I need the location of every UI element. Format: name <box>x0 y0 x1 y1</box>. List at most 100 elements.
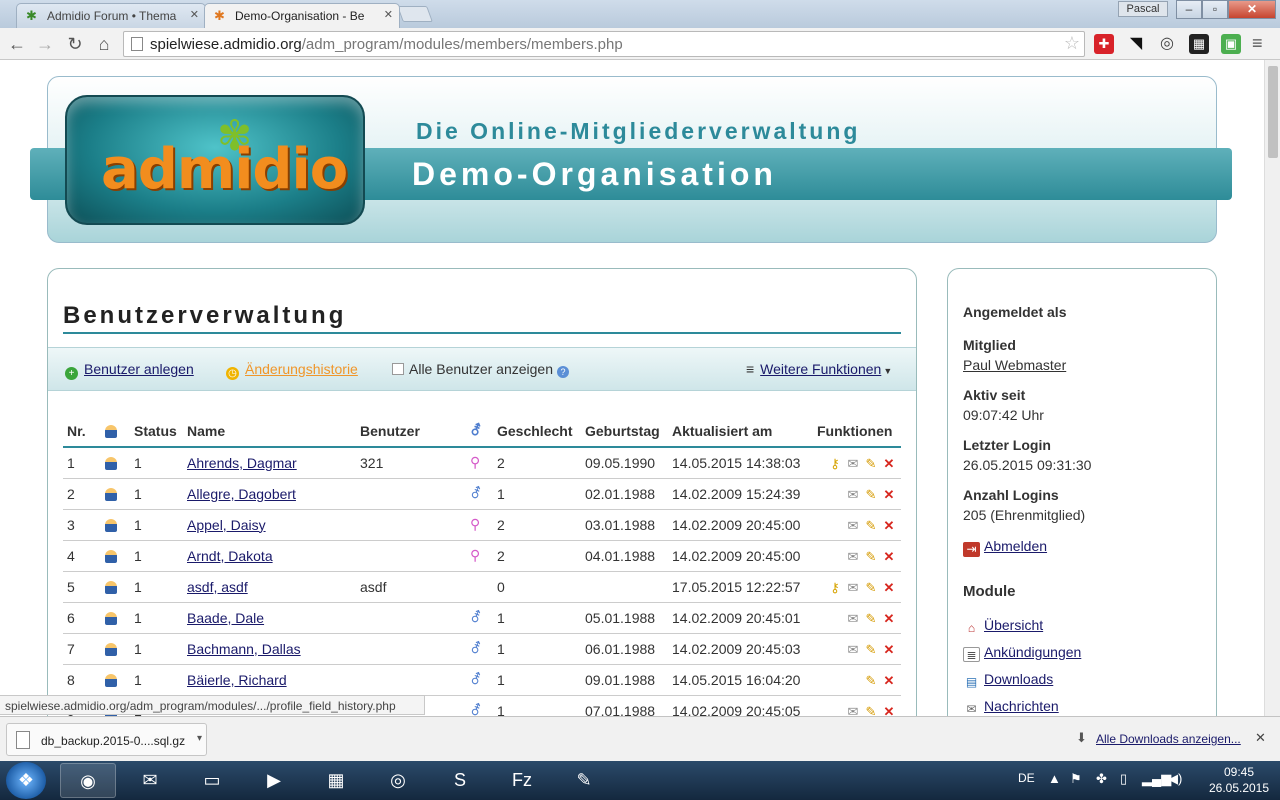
mail-icon[interactable]: ✉ <box>845 642 861 657</box>
filezilla-taskbar-icon[interactable]: Fz <box>494 763 550 798</box>
extension-wifi-icon[interactable]: ◥ <box>1126 34 1146 54</box>
extension-qr-icon[interactable]: ▦ <box>1189 34 1209 54</box>
extension-plus-icon[interactable]: ✚ <box>1094 34 1114 54</box>
edit-icon[interactable]: ✎ <box>863 456 879 471</box>
key-icon[interactable]: ⚷ <box>827 580 843 595</box>
logout-link[interactable]: Abmelden <box>984 538 1047 554</box>
skype-taskbar-icon[interactable]: S <box>432 763 488 798</box>
admidio-logo[interactable]: ✾ admidio <box>65 95 365 225</box>
tray-expand-icon[interactable]: ▲ <box>1048 771 1061 786</box>
col-name[interactable]: Name <box>183 416 356 448</box>
module-link[interactable]: Downloads <box>984 671 1053 687</box>
module-link[interactable]: Nachrichten <box>984 698 1059 714</box>
member-name-link[interactable]: Allegre, Dagobert <box>187 486 296 502</box>
outlook-taskbar-icon[interactable]: ✉ <box>122 763 178 798</box>
flag-icon[interactable]: ⚑ <box>1070 771 1082 787</box>
signal-icon[interactable]: ▂▄▆ <box>1142 771 1171 787</box>
col-gender[interactable]: Geschlecht <box>493 416 581 448</box>
volume-icon[interactable]: ◀) <box>1168 771 1182 787</box>
download-item[interactable]: db_backup.2015-0....sql.gz ▾ <box>6 723 207 756</box>
new-tab-button[interactable] <box>397 6 433 22</box>
home-icon[interactable]: ⌂ <box>92 32 116 56</box>
delete-icon[interactable]: ✕ <box>881 549 897 564</box>
close-window-button[interactable]: ✕ <box>1228 0 1276 19</box>
module-item-messages[interactable]: ✉ Nachrichten <box>963 698 1059 716</box>
col-updated[interactable]: Aktualisiert am <box>668 416 813 448</box>
close-shelf-icon[interactable]: ✕ <box>1255 730 1266 746</box>
delete-icon[interactable]: ✕ <box>881 673 897 688</box>
dropbox-icon[interactable]: ✤ <box>1096 771 1107 787</box>
chrome-taskbar-icon[interactable]: ◉ <box>60 763 116 798</box>
delete-icon[interactable]: ✕ <box>881 704 897 716</box>
member-name-link[interactable]: Paul Webmaster <box>963 357 1066 373</box>
clock-date[interactable]: 26.05.2015 <box>1204 781 1274 795</box>
history-link[interactable]: Änderungshistorie <box>245 361 358 377</box>
mail-icon[interactable]: ✉ <box>845 456 861 471</box>
close-tab-icon[interactable]: ✕ <box>384 8 393 21</box>
delete-icon[interactable]: ✕ <box>881 487 897 502</box>
col-member-icon[interactable] <box>101 416 130 448</box>
mail-icon[interactable]: ✉ <box>845 580 861 595</box>
edit-icon[interactable]: ✎ <box>863 518 879 533</box>
member-name-link[interactable]: Appel, Daisy <box>187 517 266 533</box>
mail-icon[interactable]: ✉ <box>845 704 861 716</box>
show-all-users-toggle[interactable]: Alle Benutzer anzeigen? <box>392 361 569 378</box>
delete-icon[interactable]: ✕ <box>881 456 897 471</box>
close-tab-icon[interactable]: ✕ <box>190 8 199 21</box>
col-nr[interactable]: Nr. <box>63 416 101 448</box>
edit-icon[interactable]: ✎ <box>863 704 879 716</box>
add-user-menu-item[interactable]: + Benutzer anlegen <box>65 361 194 380</box>
member-name-link[interactable]: Arndt, Dakota <box>187 548 273 564</box>
show-all-downloads-link[interactable]: Alle Downloads anzeigen... <box>1078 732 1241 746</box>
network-taskbar-icon[interactable]: ◎ <box>370 763 426 798</box>
back-icon[interactable]: ← <box>5 32 29 56</box>
module-item-downloads[interactable]: ▤ Downloads <box>963 671 1053 690</box>
page-scrollbar[interactable] <box>1264 60 1280 716</box>
mail-icon[interactable]: ✉ <box>845 518 861 533</box>
col-status[interactable]: Status <box>130 416 183 448</box>
member-name-link[interactable]: Ahrends, Dagmar <box>187 455 297 471</box>
bookmark-star-icon[interactable]: ☆ <box>1064 33 1080 54</box>
module-item-announcements[interactable]: ≣ Ankündigungen <box>963 644 1081 662</box>
minimize-button[interactable]: – <box>1176 0 1202 19</box>
edit-icon[interactable]: ✎ <box>863 549 879 564</box>
clock-time[interactable]: 09:45 <box>1209 765 1269 779</box>
tab-demo-organisation[interactable]: ✱ Demo-Organisation - Ben ✕ <box>204 3 400 28</box>
extension-film-icon[interactable]: ◎ <box>1157 34 1177 54</box>
member-name-link[interactable]: Baade, Dale <box>187 610 264 626</box>
col-birthday[interactable]: Geburtstag <box>581 416 668 448</box>
profile-badge[interactable]: Pascal <box>1118 1 1168 17</box>
col-user[interactable]: Benutzer <box>356 416 466 448</box>
delete-icon[interactable]: ✕ <box>881 642 897 657</box>
edit-icon[interactable]: ✎ <box>863 642 879 657</box>
extension-green-icon[interactable]: ▣ <box>1221 34 1241 54</box>
add-user-link[interactable]: Benutzer anlegen <box>84 361 194 377</box>
tab-admidio-forum[interactable]: ✱ Admidio Forum • Thema a ✕ <box>16 3 206 28</box>
battery-icon[interactable]: ▯ <box>1120 771 1127 787</box>
language-indicator[interactable]: DE <box>1018 771 1035 785</box>
explorer-taskbar-icon[interactable]: ▭ <box>184 763 240 798</box>
show-all-checkbox[interactable] <box>392 363 404 375</box>
module-link[interactable]: Ankündigungen <box>984 644 1081 660</box>
delete-icon[interactable]: ✕ <box>881 518 897 533</box>
member-name-link[interactable]: Bäierle, Richard <box>187 672 287 688</box>
edit-icon[interactable]: ✎ <box>863 611 879 626</box>
maximize-button[interactable]: ▫ <box>1202 0 1228 19</box>
scrollbar-thumb[interactable] <box>1268 66 1278 158</box>
module-item-overview[interactable]: ⌂ Übersicht <box>963 617 1043 636</box>
forward-icon[interactable]: → <box>33 32 57 56</box>
module-link[interactable]: Übersicht <box>984 617 1043 633</box>
mail-icon[interactable]: ✉ <box>845 611 861 626</box>
browser-menu-icon[interactable]: ≡ <box>1252 33 1263 54</box>
member-name-link[interactable]: asdf, asdf <box>187 579 248 595</box>
key-icon[interactable]: ⚷ <box>827 456 843 471</box>
more-functions-link[interactable]: Weitere Funktionen <box>760 361 881 377</box>
media-player-taskbar-icon[interactable]: ▶ <box>246 763 302 798</box>
chevron-down-icon[interactable]: ▾ <box>197 733 202 744</box>
help-icon[interactable]: ? <box>557 366 569 378</box>
logout-item[interactable]: ⇥ Abmelden <box>963 538 1047 557</box>
reload-icon[interactable]: ↻ <box>63 32 87 56</box>
edit-icon[interactable]: ✎ <box>863 487 879 502</box>
windows-start-button[interactable]: ❖ <box>6 762 46 799</box>
edit-icon[interactable]: ✎ <box>863 580 879 595</box>
